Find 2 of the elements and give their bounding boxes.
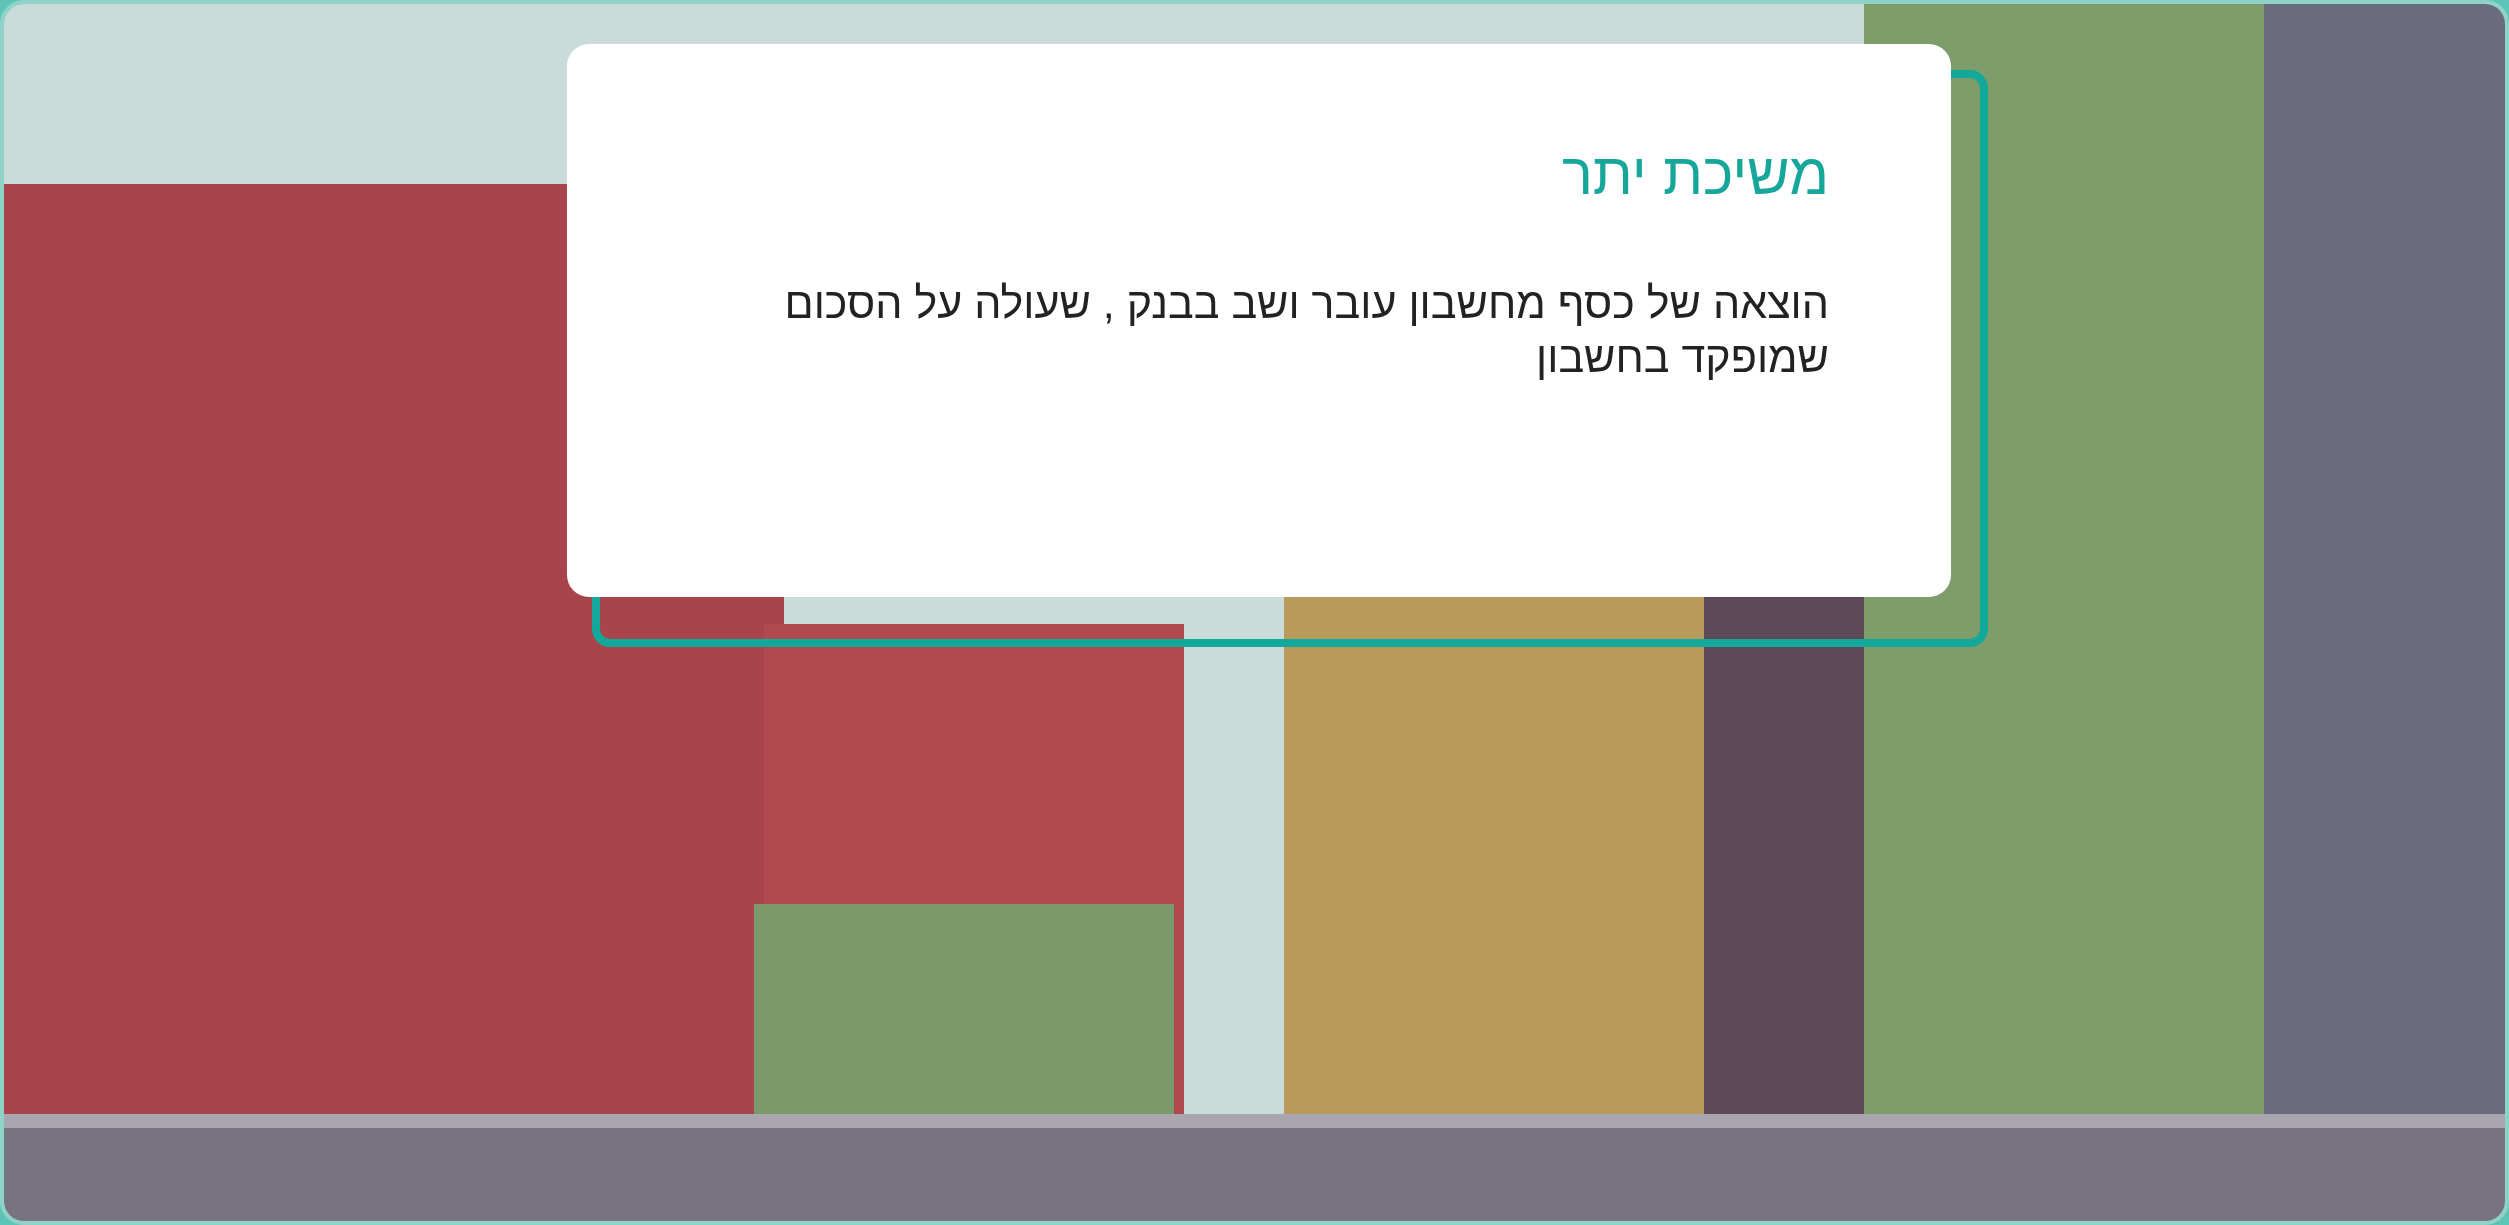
card-text: הוצאה של כסף מחשבון עובר ושב בבנק , שעולה על הסכום שמופקד בחשבון xyxy=(783,277,1829,383)
card-title: משיכת יתר xyxy=(1560,142,1829,206)
